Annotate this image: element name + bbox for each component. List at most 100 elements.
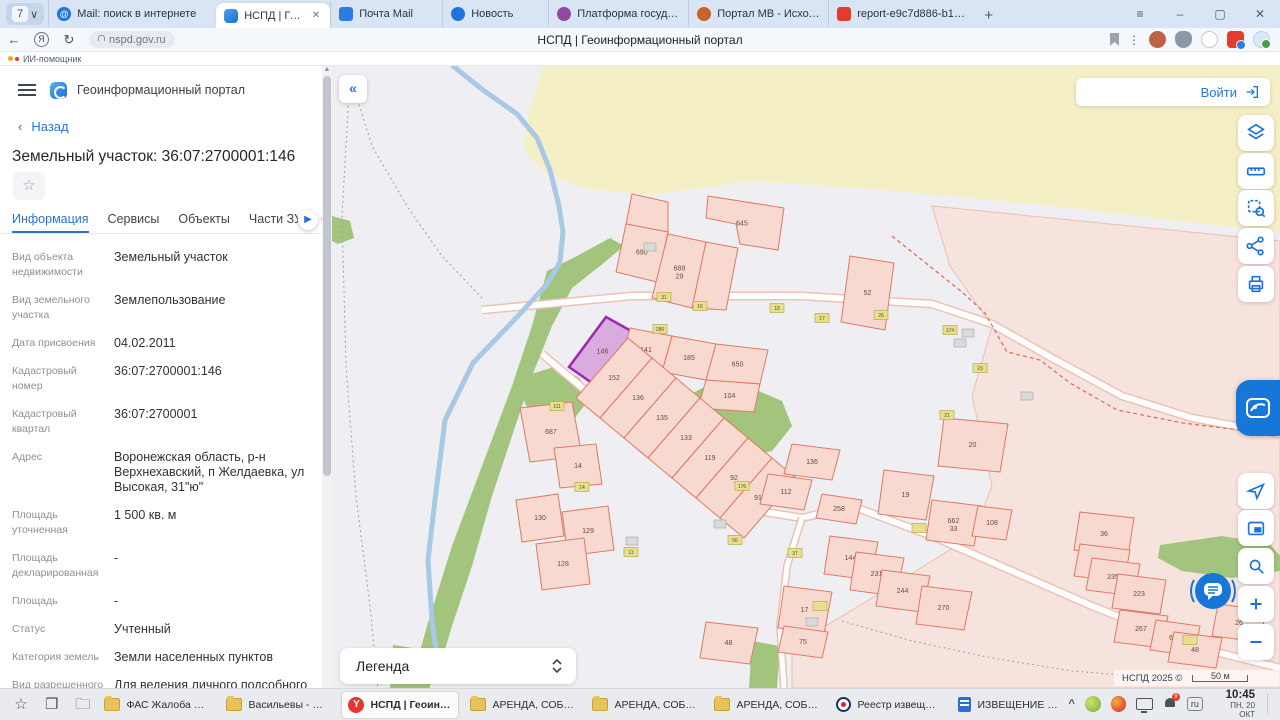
chat-bubble-button[interactable] <box>1188 566 1238 616</box>
yandex-icon[interactable]: Я <box>34 32 49 47</box>
share-icon <box>1246 236 1264 256</box>
back-icon[interactable]: ← <box>0 32 28 47</box>
browser-menu-icon[interactable]: ≡ <box>1120 7 1160 21</box>
layers-icon <box>1247 123 1265 140</box>
protect-shield-icon[interactable] <box>1175 31 1192 48</box>
print-button[interactable] <box>1238 266 1274 302</box>
field-value: 1 500 кв. м <box>114 508 177 522</box>
building[interactable] <box>713 519 727 529</box>
building[interactable] <box>643 242 657 252</box>
new-tab-button[interactable]: + <box>974 7 1003 28</box>
url-text: nspd.gov.ru <box>109 33 166 46</box>
tray-expand-icon[interactable]: ^ <box>1068 698 1074 710</box>
field-label: Дата присвоения <box>12 337 96 349</box>
network-icon[interactable] <box>1136 698 1154 714</box>
tray-app-green-icon[interactable] <box>1084 696 1101 713</box>
field-value: 36:07:2700001 <box>114 407 198 421</box>
zoom-out-button[interactable] <box>1238 624 1274 660</box>
select-area-button[interactable] <box>1238 190 1274 226</box>
share-button[interactable] <box>1238 228 1274 264</box>
browser-tab[interactable]: Mail: поиск в интернете <box>48 0 216 28</box>
window-switcher-icon[interactable]: ❐ <box>42 695 62 715</box>
notifications-bell-icon[interactable]: 9 <box>1163 693 1180 711</box>
back-link[interactable]: ‹ Назад <box>18 119 69 134</box>
taskbar-item[interactable]: АРЕНДА, СОБСТ... <box>464 692 580 718</box>
building[interactable] <box>961 328 975 338</box>
login-button[interactable]: Войти <box>1076 78 1270 106</box>
browser-tab[interactable]: Новость <box>442 0 548 28</box>
clock[interactable]: 10:45 ПН, 20 ОКТ <box>1213 689 1255 719</box>
building-number: 111 <box>553 404 561 410</box>
refresh-icon[interactable]: ↻ <box>55 32 83 48</box>
browser-tab[interactable]: Портал МВ - Исходящий <box>688 0 828 28</box>
building-marker[interactable] <box>1182 635 1198 645</box>
layers-button[interactable] <box>1238 115 1274 151</box>
maximize-button[interactable]: ▢ <box>1200 7 1240 21</box>
bookmark-icon[interactable] <box>1110 33 1119 46</box>
collections-icon[interactable] <box>1201 31 1218 48</box>
zoom-in-icon <box>1250 598 1262 610</box>
taskbar-item[interactable]: Реестр извещен... <box>830 692 946 718</box>
taskbar-item[interactable]: АРЕНДА, СОБСТ... <box>708 692 824 718</box>
browser-tab[interactable]: report-e9c7d886-b10a-4f <box>828 0 974 28</box>
parcel-number: 133 <box>680 435 692 442</box>
panel-tab-информация[interactable]: Информация <box>12 212 89 233</box>
download-profile-icon[interactable] <box>1253 31 1271 49</box>
chat-icon <box>1190 573 1236 609</box>
legend-bar[interactable]: Легенда <box>340 648 576 684</box>
folder-icon <box>104 696 121 711</box>
cadastral-map[interactable]: 645690688 2952146 141185650104152136135133… <box>332 66 1280 688</box>
parcel-fields: Вид объекта недвижимости Земельный участо… <box>12 250 312 688</box>
zoom-in-button[interactable] <box>1238 586 1274 622</box>
close-window-button[interactable]: ✕ <box>1240 7 1280 21</box>
favorite-star-icon[interactable]: ☆ <box>13 172 45 200</box>
panel-tab-объекты[interactable]: Объекты <box>178 212 230 233</box>
measure-button[interactable] <box>1238 153 1274 189</box>
tab-close-icon[interactable]: ✕ <box>310 10 322 21</box>
url-field[interactable]: nspd.gov.ru <box>89 31 175 48</box>
tabs-scroll-right-icon[interactable]: ▶ <box>298 210 318 230</box>
locate-button[interactable] <box>1238 473 1274 509</box>
building[interactable] <box>953 338 967 348</box>
assistant-widget[interactable] <box>1236 380 1280 436</box>
building-marker[interactable] <box>911 523 927 533</box>
ai-assistant-bar[interactable]: ИИ-помощник <box>0 52 1280 66</box>
parcel-number: 119 <box>704 455 715 462</box>
file-manager-icon[interactable]: 🗀 <box>73 695 93 715</box>
tab-counter[interactable]: 7 ∨ <box>6 3 45 25</box>
browser-tab[interactable]: НСПД | Геоинформаци ✕ <box>216 3 331 28</box>
pdf-extension-icon[interactable] <box>1227 31 1246 50</box>
assistant-icon <box>1246 398 1270 418</box>
taskbar-item[interactable]: АРЕНДА, СОБСТ... <box>586 692 702 718</box>
taskbar-item[interactable]: ФАС Жалоба Ма... <box>98 692 214 718</box>
minimize-button[interactable]: – <box>1160 7 1200 21</box>
browser-tab[interactable]: Почта Mail <box>330 0 442 28</box>
map-canvas[interactable]: 645 690 688 29 52 146 141 185 650 104 152 136 135 133… <box>332 66 1280 688</box>
taskbar-item[interactable]: Васильевы - Ме... <box>220 692 336 718</box>
panel-scrollbar[interactable]: ▲ <box>322 66 332 688</box>
tray-app-red-icon[interactable] <box>1110 696 1127 713</box>
collapse-panel-button[interactable]: « <box>339 75 367 103</box>
parcel-number: 19 <box>902 492 910 499</box>
building[interactable] <box>625 536 639 546</box>
parcel-number: 108 <box>986 520 998 527</box>
panel-tab-сервисы[interactable]: Сервисы <box>108 212 160 233</box>
building-marker[interactable] <box>812 601 828 611</box>
scrollbar-thumb[interactable] <box>323 76 331 476</box>
building-number: 23 <box>977 366 983 372</box>
field-label: Площадь уточненная <box>12 509 68 536</box>
taskbar-item[interactable]: НСПД | Геоинфо... <box>342 691 459 718</box>
taskbar-item[interactable]: ИЗВЕЩЕНИЕ о н... <box>952 692 1068 718</box>
parcel-number: 267 <box>1135 626 1147 633</box>
favorites-star-icon[interactable]: ☆ <box>11 695 31 715</box>
map-search-button[interactable] <box>1238 548 1274 584</box>
more-menu-icon[interactable]: ⋮ <box>1128 33 1140 47</box>
building[interactable] <box>1020 391 1034 401</box>
building[interactable] <box>805 617 819 627</box>
hamburger-menu-icon[interactable] <box>18 84 36 96</box>
minimap-button[interactable] <box>1238 510 1274 546</box>
browser-tab[interactable]: Платформа государствен <box>548 0 688 28</box>
panel-tab-части зу[interactable]: Части ЗУ <box>249 212 302 233</box>
language-indicator[interactable]: ru <box>1186 697 1203 712</box>
profile-avatar-icon[interactable] <box>1149 31 1166 48</box>
